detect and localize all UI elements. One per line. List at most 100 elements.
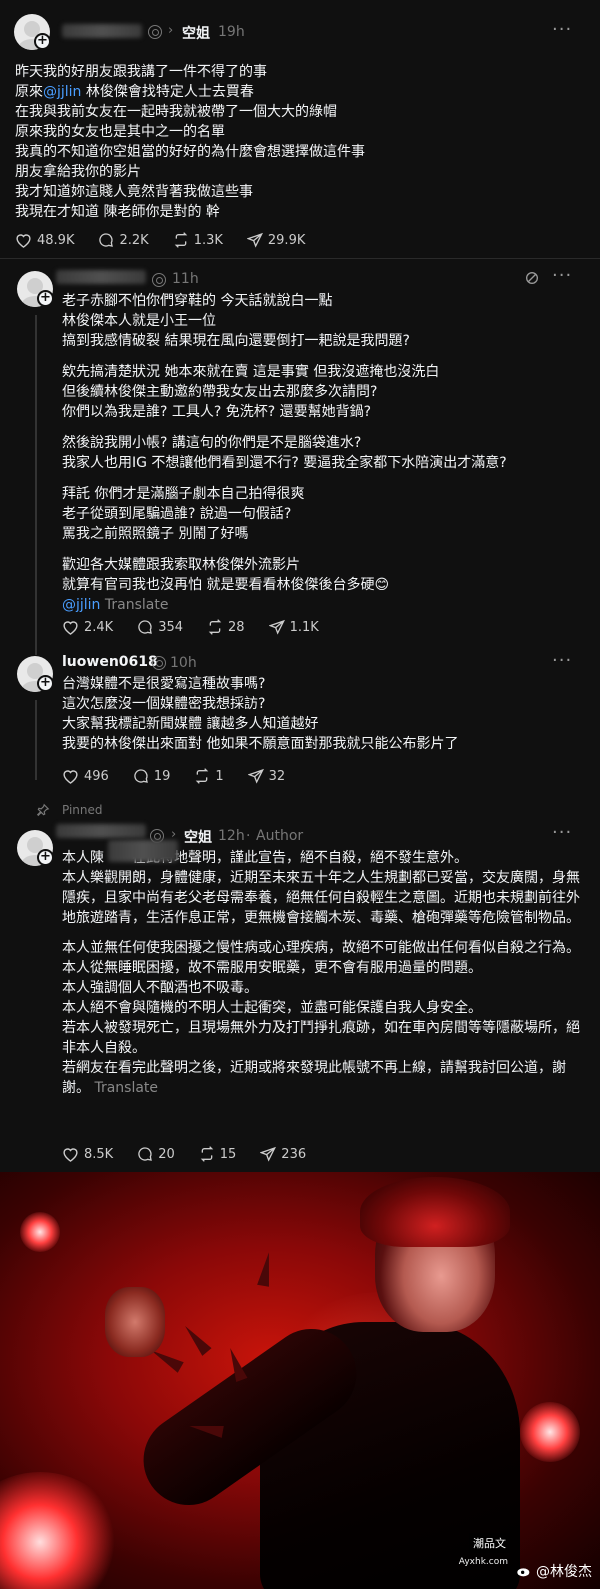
share-button[interactable]: 29.9K <box>246 232 306 248</box>
repost-button[interactable]: 1.3K <box>173 232 223 248</box>
repost-count: 1 <box>215 768 224 784</box>
pinned-actions: 8.5K 20 15 236 <box>62 1146 330 1162</box>
post-actions: 48.9K 2.2K 1.3K 29.9K <box>15 232 329 248</box>
reply-username[interactable]: luowen0618 <box>62 654 158 670</box>
repost-button[interactable]: 1 <box>194 768 224 784</box>
share-count: 29.9K <box>267 232 306 248</box>
comment-count: 2.2K <box>119 232 149 248</box>
pinned-paragraph: 本人強調個人不酗酒也不吸毒。 <box>62 980 258 996</box>
share-count: 32 <box>268 768 286 784</box>
thread-line <box>35 315 37 655</box>
repost-button[interactable]: 15 <box>199 1146 236 1162</box>
reply-line: 你們以為我是誰? 工具人? 免洗杯? 還要幫她背鍋? <box>62 404 372 420</box>
share-icon <box>246 232 263 248</box>
post-time: 19h <box>218 24 245 40</box>
more-icon[interactable]: ··· <box>552 650 572 671</box>
stage-light <box>0 1472 120 1589</box>
pinned-indicator: Pinned <box>36 803 103 817</box>
costume-spike <box>180 1322 212 1356</box>
repost-count: 1.3K <box>193 232 223 248</box>
weibo-icon <box>517 1568 530 1577</box>
reply-actions: 496 19 1 32 <box>62 768 309 784</box>
more-icon[interactable]: ··· <box>552 822 572 843</box>
pinned-body: 本人陳 在此特地聲明，謹此宣告，絕不自殺，絕不發生意外。 本人樂觀開朗，身體健康，… <box>62 840 582 1098</box>
reply-line: 就算有官司我也沒再怕 就是要看看林俊傑後台多硬😊 <box>62 577 390 593</box>
comment-icon <box>134 769 148 783</box>
follow-plus-icon[interactable]: + <box>37 849 54 866</box>
pinned-paragraph: 本人樂觀開朗，身體健康，近期至未來五十年之人生規劃都已妥當，交友廣闊，身無隱疾，… <box>62 870 580 926</box>
thread-line <box>35 700 37 780</box>
reply-line: 然後說我開小帳? 講這句的你們是不是腦袋進水? <box>62 435 362 451</box>
translate-link[interactable]: Translate <box>94 1080 158 1096</box>
reply-actions: 2.4K 354 28 1.1K <box>62 619 343 635</box>
post-line: 原來我的女友也是其中之一的名單 <box>15 124 225 140</box>
pinned-paragraph: 本人絕不會與隨機的不明人士起衝突，並盡可能保護自我人身安全。 <box>62 1000 482 1016</box>
watermark-url: Ayxhk.com <box>458 1557 508 1567</box>
like-button[interactable]: 2.4K <box>62 619 113 635</box>
share-icon <box>268 619 285 635</box>
reply-line: 歡迎各大媒體跟我索取林俊傑外流影片 <box>62 557 300 573</box>
author-dot: · <box>246 828 251 844</box>
translate-link[interactable]: Translate <box>105 597 169 613</box>
reply-line: 拜託 你們才是滿腦子劇本自己拍得很爽 <box>62 486 305 502</box>
follow-plus-icon[interactable]: + <box>37 290 54 307</box>
post-line-text: 林俊傑會找特定人士去買春 <box>81 84 254 100</box>
like-count: 2.4K <box>84 619 114 635</box>
heart-icon <box>63 621 78 635</box>
reply-line: 我家人也用IG 不想讓他們看到還不行? 要逼我全家都下水陪演出才滿意? <box>62 455 507 471</box>
pinned-label: Pinned <box>62 803 103 817</box>
pin-icon <box>36 803 50 817</box>
comment-button[interactable]: 354 <box>137 619 183 635</box>
post-line: 昨天我的好朋友跟我講了一件不得了的事 <box>15 64 267 80</box>
like-button[interactable]: 48.9K <box>15 232 74 248</box>
reply-line: 這次怎麼沒一個媒體密我想採訪? <box>62 696 266 712</box>
costume-spike <box>257 1251 275 1287</box>
performer-hand <box>105 1287 165 1357</box>
like-button[interactable]: 496 <box>62 768 109 784</box>
pinned-paragraph: 若本人被發現死亡，且現場無外力及打鬥掙扎痕跡，如在車內房間等等隱蔽場所，絕非本人… <box>62 1020 580 1056</box>
comment-button[interactable]: 19 <box>133 768 171 784</box>
pinned-paragraph: 本人並無任何使我困擾之慢性病或心理疾病，故絕不可能做出任何看似自殺之行為。 <box>62 940 580 956</box>
post-username[interactable]: 空姐 <box>182 23 210 43</box>
like-button[interactable]: 8.5K <box>62 1146 113 1162</box>
mention-translate-row: @jjlin Translate <box>62 595 507 615</box>
follow-plus-icon[interactable]: + <box>37 675 54 692</box>
post-line-text: 原來 <box>15 84 43 100</box>
reply-body: 老子赤腳不怕你們穿鞋的 今天話就說白一點 林俊傑本人就是小王一位 搞到我感情破裂… <box>62 291 507 615</box>
share-button[interactable]: 1.1K <box>268 619 319 635</box>
post-line: 我真的不知道你空姐當的好好的為什麼會想選擇做這件事 <box>15 144 365 160</box>
chevron-right-icon: › <box>168 23 174 38</box>
reply-line: 台灣媒體不是很愛寫這種故事嗎? <box>62 676 266 692</box>
comment-count: 20 <box>158 1146 175 1162</box>
more-icon[interactable]: ··· <box>552 265 572 286</box>
like-count: 8.5K <box>84 1146 114 1162</box>
reply-line: 大家幫我標記新聞媒體 讓越多人知道越好 <box>62 716 319 732</box>
comment-button[interactable]: 2.2K <box>98 232 149 248</box>
concert-photo: 潮品文 Ayxhk.com @林俊杰 <box>0 1172 600 1589</box>
redacted-username <box>56 270 146 284</box>
swirl-icon <box>148 25 162 39</box>
comment-icon <box>99 233 114 247</box>
post-line: 朋友拿給我你的影片 <box>15 164 141 180</box>
reply-line: 老子從頭到尾騙過誰? 說過一句假話? <box>62 506 292 522</box>
repost-icon <box>208 619 222 635</box>
share-button[interactable]: 32 <box>247 768 286 784</box>
repost-button[interactable]: 28 <box>207 619 245 635</box>
hide-icon[interactable] <box>524 270 540 286</box>
pinned-username[interactable]: 空姐 <box>184 827 212 847</box>
divider <box>0 258 600 259</box>
mention-link[interactable]: @jjlin <box>62 597 100 613</box>
pinned-text: 在此特地聲明，謹此宣告，絕不自殺，絕不發生意外。 <box>132 850 468 866</box>
reply-line: 林俊傑本人就是小王一位 <box>62 313 216 329</box>
stage-light <box>520 1402 580 1462</box>
post-line: 在我與我前女友在一起時我就被帶了一個大大的綠帽 <box>15 104 337 120</box>
heart-icon <box>63 770 78 784</box>
comment-count: 19 <box>153 768 171 784</box>
mention-link[interactable]: @jjlin <box>43 84 81 100</box>
follow-plus-icon[interactable]: + <box>34 33 51 50</box>
more-icon[interactable]: ··· <box>552 19 572 40</box>
share-button[interactable]: 236 <box>260 1146 306 1162</box>
post-line: 我才知道妳這賤人竟然背著我做這些事 <box>15 184 253 200</box>
watermark-site: 潮品文 <box>469 1533 510 1553</box>
comment-button[interactable]: 20 <box>137 1146 175 1162</box>
